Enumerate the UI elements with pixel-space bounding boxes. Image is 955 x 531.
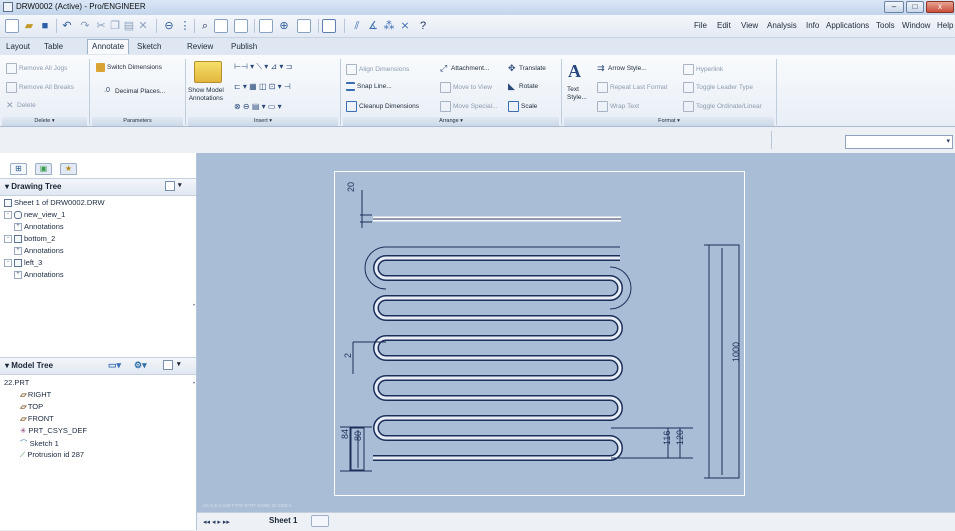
drawing-geometry: 20 2 84 80 116 120 1000 bbox=[340, 182, 741, 479]
add-sheet-icon[interactable] bbox=[311, 515, 329, 527]
dim-text-80[interactable]: 80 bbox=[353, 431, 363, 441]
dim-text-116[interactable]: 116 bbox=[662, 431, 672, 445]
tube-inner bbox=[373, 256, 622, 460]
sheet-navigation-arrows[interactable]: ◂◂ ◂ ▸ ▸▸ bbox=[203, 518, 230, 526]
dimension-20 bbox=[360, 190, 372, 228]
dim-text-20[interactable]: 20 bbox=[346, 182, 356, 192]
drawing-scale-note: SCALE 0.100 TYPE PART NAME 22 SIZE A bbox=[203, 503, 292, 508]
dim-text-84[interactable]: 84 bbox=[340, 429, 350, 439]
serpentine-tube bbox=[364, 216, 632, 461]
dim-text-120[interactable]: 120 bbox=[675, 430, 685, 445]
sheet-1-tab[interactable]: Sheet 1 bbox=[269, 516, 297, 525]
dim-text-1000[interactable]: 1000 bbox=[731, 342, 741, 362]
sheet-tab-bar: ◂◂ ◂ ▸ ▸▸ Sheet 1 bbox=[197, 512, 955, 531]
dim-text-2[interactable]: 2 bbox=[343, 353, 353, 358]
